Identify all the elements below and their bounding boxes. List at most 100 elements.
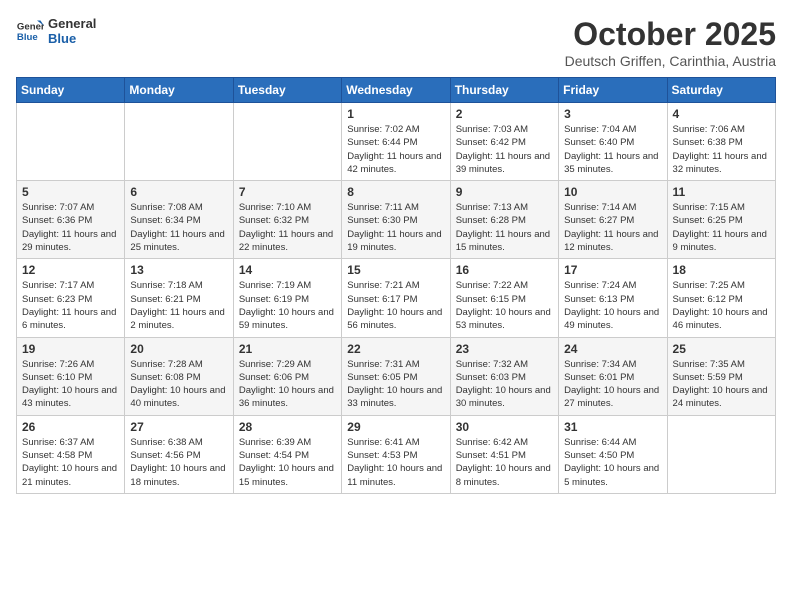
day-number: 30 xyxy=(456,420,553,434)
weekday-header: SundayMondayTuesdayWednesdayThursdayFrid… xyxy=(17,78,776,103)
day-number: 16 xyxy=(456,263,553,277)
day-number: 24 xyxy=(564,342,661,356)
day-cell: 5Sunrise: 7:07 AM Sunset: 6:36 PM Daylig… xyxy=(17,181,125,259)
day-info: Sunrise: 7:24 AM Sunset: 6:13 PM Dayligh… xyxy=(564,279,661,332)
calendar-body: 1Sunrise: 7:02 AM Sunset: 6:44 PM Daylig… xyxy=(17,103,776,494)
weekday-monday: Monday xyxy=(125,78,233,103)
day-info: Sunrise: 7:21 AM Sunset: 6:17 PM Dayligh… xyxy=(347,279,444,332)
day-cell: 24 Sunrise: 7:34 AM Sunset: 6:01 PM Dayli… xyxy=(559,337,667,415)
day-info: Sunrise: 7:34 AM Sunset: 6:01 PM Dayligh… xyxy=(564,358,661,411)
weekday-wednesday: Wednesday xyxy=(342,78,450,103)
day-cell: 30 Sunrise: 6:42 AM Sunset: 4:51 PM Dayli… xyxy=(450,415,558,493)
header: General Blue General Blue October 2025 D… xyxy=(16,16,776,69)
day-cell: 8 Sunrise: 7:11 AM Sunset: 6:30 PM Daylig… xyxy=(342,181,450,259)
location-title: Deutsch Griffen, Carinthia, Austria xyxy=(565,53,776,69)
day-cell: 28 Sunrise: 6:39 AM Sunset: 4:54 PM Dayli… xyxy=(233,415,341,493)
logo-icon: General Blue xyxy=(16,17,44,45)
day-info: Sunrise: 6:42 AM Sunset: 4:51 PM Dayligh… xyxy=(456,436,553,489)
day-info: Sunrise: 6:38 AM Sunset: 4:56 PM Dayligh… xyxy=(130,436,227,489)
day-number: 8 xyxy=(347,185,444,199)
day-info: Sunrise: 7:06 AM Sunset: 6:38 PM Dayligh… xyxy=(673,123,770,176)
day-cell: 21 Sunrise: 7:29 AM Sunset: 6:06 PM Dayli… xyxy=(233,337,341,415)
week-row-1: 1Sunrise: 7:02 AM Sunset: 6:44 PM Daylig… xyxy=(17,103,776,181)
day-cell: 14 Sunrise: 7:19 AM Sunset: 6:19 PM Dayli… xyxy=(233,259,341,337)
day-cell: 16 Sunrise: 7:22 AM Sunset: 6:15 PM Dayli… xyxy=(450,259,558,337)
day-number: 18 xyxy=(673,263,770,277)
day-cell: 22 Sunrise: 7:31 AM Sunset: 6:05 PM Dayli… xyxy=(342,337,450,415)
day-number: 21 xyxy=(239,342,336,356)
title-area: October 2025 Deutsch Griffen, Carinthia,… xyxy=(565,16,776,69)
day-number: 6 xyxy=(130,185,227,199)
day-cell: 11Sunrise: 7:15 AM Sunset: 6:25 PM Dayli… xyxy=(667,181,775,259)
day-number: 3 xyxy=(564,107,661,121)
weekday-tuesday: Tuesday xyxy=(233,78,341,103)
weekday-sunday: Sunday xyxy=(17,78,125,103)
day-number: 10 xyxy=(564,185,661,199)
day-cell: 9Sunrise: 7:13 AM Sunset: 6:28 PM Daylig… xyxy=(450,181,558,259)
day-number: 27 xyxy=(130,420,227,434)
day-info: Sunrise: 7:10 AM Sunset: 6:32 PM Dayligh… xyxy=(239,201,336,254)
day-cell: 26 Sunrise: 6:37 AM Sunset: 4:58 PM Dayli… xyxy=(17,415,125,493)
day-cell: 3 Sunrise: 7:04 AM Sunset: 6:40 PM Daylig… xyxy=(559,103,667,181)
day-cell xyxy=(667,415,775,493)
day-info: Sunrise: 7:17 AM Sunset: 6:23 PM Dayligh… xyxy=(22,279,119,332)
day-info: Sunrise: 6:41 AM Sunset: 4:53 PM Dayligh… xyxy=(347,436,444,489)
day-number: 31 xyxy=(564,420,661,434)
week-row-4: 19 Sunrise: 7:26 AM Sunset: 6:10 PM Dayli… xyxy=(17,337,776,415)
day-number: 23 xyxy=(456,342,553,356)
day-info: Sunrise: 7:15 AM Sunset: 6:25 PM Dayligh… xyxy=(673,201,770,254)
week-row-2: 5Sunrise: 7:07 AM Sunset: 6:36 PM Daylig… xyxy=(17,181,776,259)
day-cell: 20 Sunrise: 7:28 AM Sunset: 6:08 PM Dayli… xyxy=(125,337,233,415)
logo-general: General xyxy=(48,16,96,31)
day-info: Sunrise: 7:03 AM Sunset: 6:42 PM Dayligh… xyxy=(456,123,553,176)
day-number: 26 xyxy=(22,420,119,434)
week-row-5: 26 Sunrise: 6:37 AM Sunset: 4:58 PM Dayli… xyxy=(17,415,776,493)
day-cell: 10Sunrise: 7:14 AM Sunset: 6:27 PM Dayli… xyxy=(559,181,667,259)
day-info: Sunrise: 7:11 AM Sunset: 6:30 PM Dayligh… xyxy=(347,201,444,254)
day-info: Sunrise: 6:37 AM Sunset: 4:58 PM Dayligh… xyxy=(22,436,119,489)
day-info: Sunrise: 7:32 AM Sunset: 6:03 PM Dayligh… xyxy=(456,358,553,411)
day-cell: 1Sunrise: 7:02 AM Sunset: 6:44 PM Daylig… xyxy=(342,103,450,181)
day-number: 19 xyxy=(22,342,119,356)
day-number: 9 xyxy=(456,185,553,199)
day-info: Sunrise: 7:31 AM Sunset: 6:05 PM Dayligh… xyxy=(347,358,444,411)
day-cell: 7 Sunrise: 7:10 AM Sunset: 6:32 PM Daylig… xyxy=(233,181,341,259)
day-info: Sunrise: 7:02 AM Sunset: 6:44 PM Dayligh… xyxy=(347,123,444,176)
logo-blue: Blue xyxy=(48,31,96,46)
day-cell xyxy=(17,103,125,181)
day-number: 14 xyxy=(239,263,336,277)
day-info: Sunrise: 7:18 AM Sunset: 6:21 PM Dayligh… xyxy=(130,279,227,332)
day-number: 7 xyxy=(239,185,336,199)
day-info: Sunrise: 7:19 AM Sunset: 6:19 PM Dayligh… xyxy=(239,279,336,332)
day-cell xyxy=(125,103,233,181)
weekday-saturday: Saturday xyxy=(667,78,775,103)
day-cell: 25Sunrise: 7:35 AM Sunset: 5:59 PM Dayli… xyxy=(667,337,775,415)
day-cell xyxy=(233,103,341,181)
day-info: Sunrise: 7:29 AM Sunset: 6:06 PM Dayligh… xyxy=(239,358,336,411)
day-info: Sunrise: 7:04 AM Sunset: 6:40 PM Dayligh… xyxy=(564,123,661,176)
day-info: Sunrise: 7:26 AM Sunset: 6:10 PM Dayligh… xyxy=(22,358,119,411)
day-number: 22 xyxy=(347,342,444,356)
day-number: 4 xyxy=(673,107,770,121)
svg-text:General: General xyxy=(17,21,44,32)
day-info: Sunrise: 6:39 AM Sunset: 4:54 PM Dayligh… xyxy=(239,436,336,489)
day-cell: 12 Sunrise: 7:17 AM Sunset: 6:23 PM Dayli… xyxy=(17,259,125,337)
day-number: 17 xyxy=(564,263,661,277)
day-info: Sunrise: 7:28 AM Sunset: 6:08 PM Dayligh… xyxy=(130,358,227,411)
day-info: Sunrise: 7:25 AM Sunset: 6:12 PM Dayligh… xyxy=(673,279,770,332)
day-cell: 6 Sunrise: 7:08 AM Sunset: 6:34 PM Daylig… xyxy=(125,181,233,259)
day-cell: 18 Sunrise: 7:25 AM Sunset: 6:12 PM Dayli… xyxy=(667,259,775,337)
day-cell: 2 Sunrise: 7:03 AM Sunset: 6:42 PM Daylig… xyxy=(450,103,558,181)
day-number: 20 xyxy=(130,342,227,356)
day-cell: 27 Sunrise: 6:38 AM Sunset: 4:56 PM Dayli… xyxy=(125,415,233,493)
day-number: 25 xyxy=(673,342,770,356)
day-number: 28 xyxy=(239,420,336,434)
day-info: Sunrise: 7:08 AM Sunset: 6:34 PM Dayligh… xyxy=(130,201,227,254)
weekday-thursday: Thursday xyxy=(450,78,558,103)
day-info: Sunrise: 6:44 AM Sunset: 4:50 PM Dayligh… xyxy=(564,436,661,489)
day-info: Sunrise: 7:22 AM Sunset: 6:15 PM Dayligh… xyxy=(456,279,553,332)
day-number: 12 xyxy=(22,263,119,277)
day-number: 15 xyxy=(347,263,444,277)
day-number: 2 xyxy=(456,107,553,121)
day-number: 5 xyxy=(22,185,119,199)
